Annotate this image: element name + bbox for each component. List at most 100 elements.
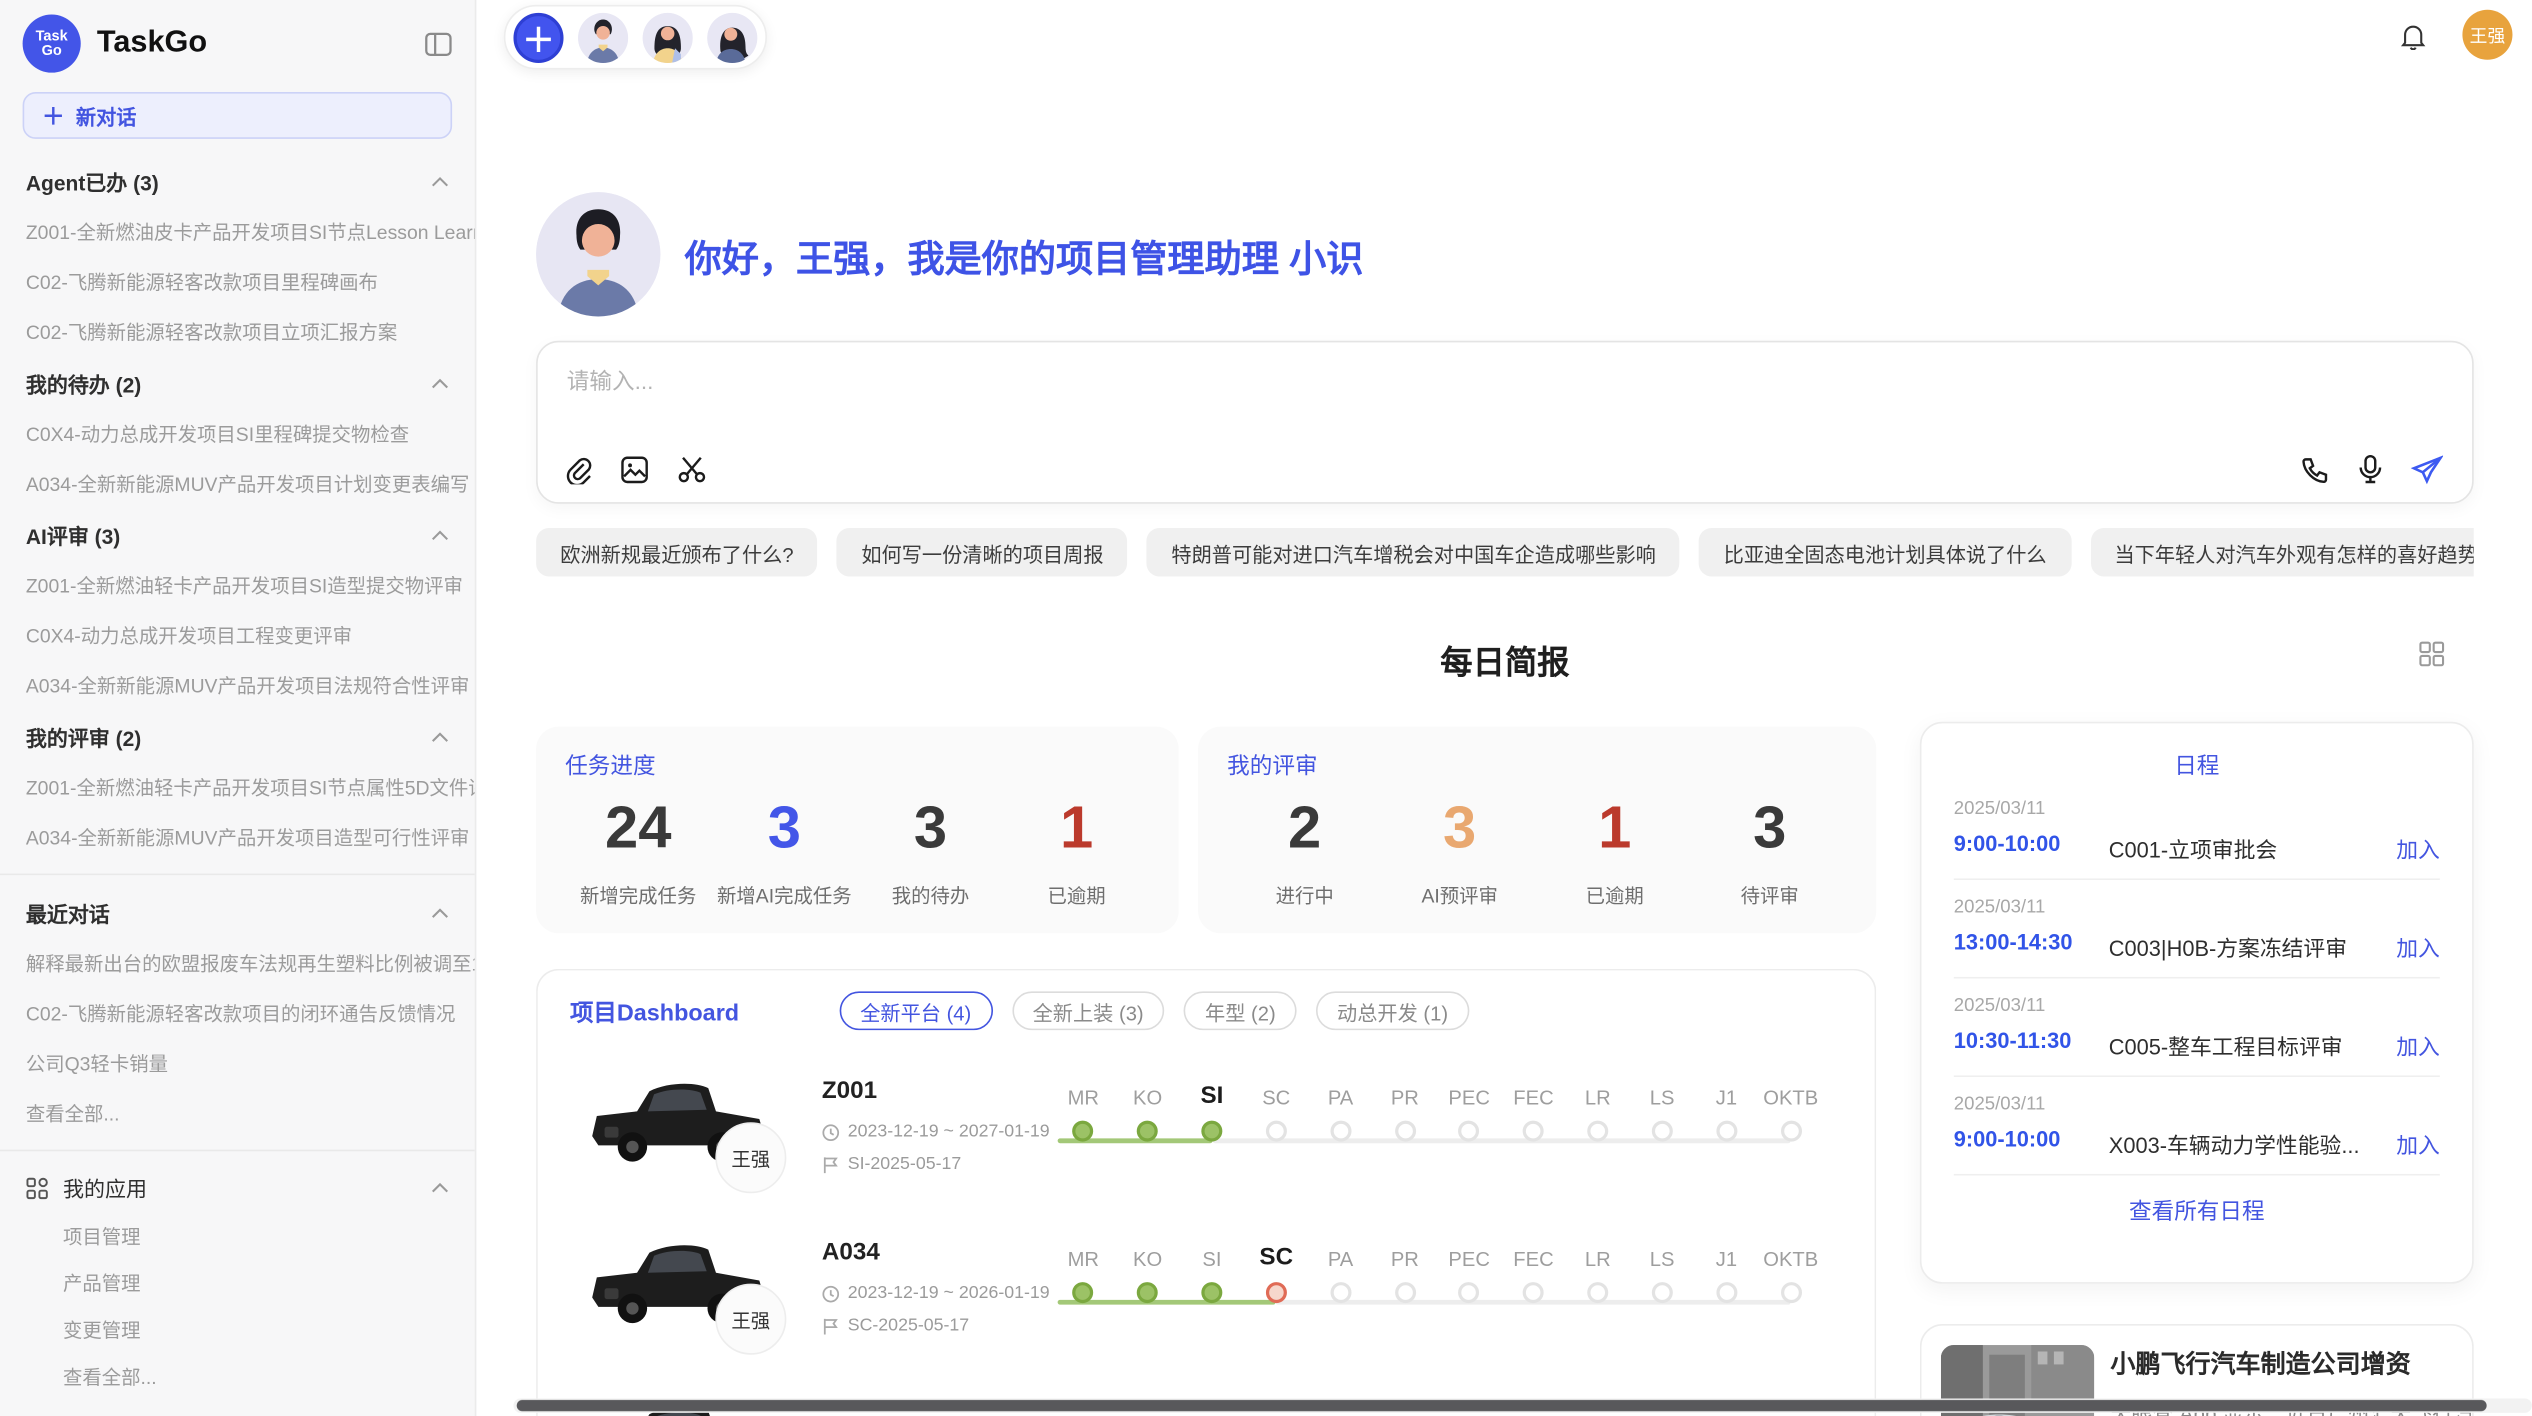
stat-pending: 3待评审 xyxy=(1692,791,1847,909)
sidebar-item[interactable]: A034-全新新能源MUV产品开发项目法规符合性评审 xyxy=(0,660,475,710)
join-link[interactable]: 加入 xyxy=(2396,930,2440,962)
milestone-dot xyxy=(1652,1282,1673,1303)
project-row[interactable]: 王强 Z001 2023-12-19 ~ 2027-01-19 SI-2025-… xyxy=(538,1064,1875,1225)
recent-chat-item[interactable]: 公司Q3轻卡销量 xyxy=(0,1038,475,1088)
image-icon[interactable] xyxy=(620,455,649,484)
section-header-agent-done[interactable]: Agent已办 (3) xyxy=(0,155,475,207)
app-item-project-mgmt[interactable]: 项目管理 xyxy=(0,1213,475,1260)
schedule-entry: 2025/03/11 9:00-10:00 C001-立项审批会 加入 xyxy=(1954,782,2440,880)
chat-input[interactable] xyxy=(564,362,2340,436)
sidebar-item[interactable]: Z001-全新燃油皮卡产品开发项目SI节点Lesson Learn报告 xyxy=(0,207,475,257)
recent-view-all[interactable]: 查看全部... xyxy=(0,1088,475,1138)
agent-avatar-1[interactable] xyxy=(578,12,628,62)
sidebar-item[interactable]: A034-全新新能源MUV产品开发项目造型可行性评审 xyxy=(0,812,475,862)
milestone: PR xyxy=(1373,1235,1437,1303)
user-avatar[interactable]: 王强 xyxy=(2462,10,2512,60)
scrollbar-thumb[interactable] xyxy=(517,1400,2487,1411)
milestone-label: MR xyxy=(1068,1074,1099,1110)
tab-powertrain[interactable]: 动总开发 (1) xyxy=(1316,991,1469,1030)
milestone: MR xyxy=(1051,1074,1115,1142)
recent-chat-item[interactable]: C02-飞腾新能源轻客改款项目的闭环通告反馈情况 xyxy=(0,988,475,1038)
suggestion-chip[interactable]: 如何写一份清晰的项目周报 xyxy=(837,528,1128,576)
section-header-ai-review[interactable]: AI评审 (3) xyxy=(0,509,475,561)
milestone: J1 xyxy=(1694,1235,1758,1303)
app-item-change-mgmt[interactable]: 变更管理 xyxy=(0,1306,475,1353)
milestone-dot xyxy=(1523,1282,1544,1303)
horizontal-scrollbar xyxy=(513,1398,2531,1413)
scissors-icon[interactable] xyxy=(677,455,708,484)
suggestion-chips: 欧洲新规最近颁布了什么? 如何写一份清晰的项目周报 特朗普可能对进口汽车增税会对… xyxy=(536,528,2474,576)
view-all-schedule-link[interactable]: 查看所有日程 xyxy=(1921,1176,2472,1228)
microphone-icon[interactable] xyxy=(2357,454,2383,485)
send-icon[interactable] xyxy=(2411,455,2443,484)
sidebar-item-cloud-space[interactable]: 我的云空间 xyxy=(0,1400,475,1416)
dashboard-header: 项目Dashboard 全新平台 (4) 全新上装 (3) 年型 (2) 动总开… xyxy=(538,970,1875,1044)
new-chat-label: 新对话 xyxy=(76,100,137,131)
join-link[interactable]: 加入 xyxy=(2396,1127,2440,1159)
milestone-label: PR xyxy=(1391,1235,1419,1271)
notification-bell-icon[interactable] xyxy=(2399,20,2426,49)
milestone-dot xyxy=(1330,1282,1351,1303)
milestone: LS xyxy=(1630,1074,1694,1142)
daily-briefing-header: 每日简报 xyxy=(536,636,2474,683)
flag-icon xyxy=(822,1317,840,1335)
sidebar-item[interactable]: C02-飞腾新能源轻客改款项目里程碑画布 xyxy=(0,257,475,307)
sidebar-item-my-apps[interactable]: 我的应用 xyxy=(0,1163,475,1213)
conversation-toolbar: ＋ xyxy=(504,5,767,70)
milestone-dot xyxy=(1459,1282,1480,1303)
milestone: KO xyxy=(1115,1235,1179,1303)
plus-icon: ＋ xyxy=(42,99,65,131)
milestone-label: PR xyxy=(1391,1074,1419,1110)
app-title: TaskGo xyxy=(97,26,425,62)
milestone: SI xyxy=(1180,1074,1244,1142)
tab-new-body[interactable]: 全新上装 (3) xyxy=(1012,991,1165,1030)
recent-chat-item[interactable]: 解释最新出台的欧盟报废车法规再生塑料比例被调至15%... xyxy=(0,938,475,988)
clock-icon xyxy=(822,1284,840,1302)
suggestion-chip[interactable]: 当下年轻人对汽车外观有怎样的喜好趋势 xyxy=(2090,528,2473,576)
milestone-label: LR xyxy=(1585,1074,1611,1110)
suggestion-chip[interactable]: 比亚迪全固态电池计划具体说了什么 xyxy=(1699,528,2070,576)
chevron-up-icon xyxy=(431,176,449,187)
app-item-product-mgmt[interactable]: 产品管理 xyxy=(0,1259,475,1306)
chevron-up-icon xyxy=(431,907,449,918)
milestone-dot xyxy=(1459,1121,1480,1142)
milestone-dot xyxy=(1073,1121,1094,1142)
app-item-view-all[interactable]: 查看全部... xyxy=(0,1353,475,1400)
tab-year-model[interactable]: 年型 (2) xyxy=(1184,991,1297,1030)
taskgo-app: Task Go TaskGo ＋ 新对话 Agent已办 (3) Z001-全新… xyxy=(0,0,2532,1416)
chevron-up-icon xyxy=(431,378,449,389)
suggestion-chip[interactable]: 特朗普可能对进口汽车增税会对中国车企造成哪些影响 xyxy=(1147,528,1680,576)
milestone-dot xyxy=(1201,1282,1222,1303)
section-header-recent[interactable]: 最近对话 xyxy=(0,886,475,938)
milestone: LR xyxy=(1566,1074,1630,1142)
collapse-sidebar-icon[interactable] xyxy=(425,31,452,55)
milestone-label: OKTB xyxy=(1763,1235,1818,1271)
sidebar-item[interactable]: C0X4-动力总成开发项目SI里程碑提交物检查 xyxy=(0,409,475,459)
milestone-label: PA xyxy=(1328,1074,1353,1110)
phone-call-icon[interactable] xyxy=(2301,455,2330,484)
agent-avatar-2[interactable] xyxy=(643,12,693,62)
agent-avatar-3[interactable] xyxy=(707,12,757,62)
milestone: PA xyxy=(1308,1235,1372,1303)
sidebar-item[interactable]: Z001-全新燃油轻卡产品开发项目SI造型提交物评审 xyxy=(0,560,475,610)
sidebar-item[interactable]: C02-飞腾新能源轻客改款项目立项汇报方案 xyxy=(0,307,475,357)
join-link[interactable]: 加入 xyxy=(2396,1029,2440,1061)
milestone-dot xyxy=(1137,1121,1158,1142)
sidebar-item[interactable]: A034-全新新能源MUV产品开发项目计划变更表编写 xyxy=(0,459,475,509)
project-row[interactable]: 王强 A034 2023-12-19 ~ 2026-01-19 SC-2025-… xyxy=(538,1226,1875,1387)
paperclip-icon[interactable] xyxy=(564,455,593,484)
section-header-my-review[interactable]: 我的评审 (2) xyxy=(0,710,475,762)
section-header-my-todo[interactable]: 我的待办 (2) xyxy=(0,357,475,409)
sidebar-item[interactable]: C0X4-动力总成开发项目工程变更评审 xyxy=(0,610,475,660)
suggestion-chip[interactable]: 欧洲新规最近颁布了什么? xyxy=(536,528,818,576)
add-conversation-button[interactable]: ＋ xyxy=(513,12,563,62)
sidebar-item[interactable]: Z001-全新燃油轻卡产品开发项目SI节点属性5D文件评审 xyxy=(0,762,475,812)
layout-grid-icon[interactable] xyxy=(2419,641,2445,667)
milestone: FEC xyxy=(1501,1235,1565,1303)
sidebar-section-recent: 最近对话 解释最新出台的欧盟报废车法规再生塑料比例被调至15%... C02-飞… xyxy=(0,886,475,1138)
new-chat-button[interactable]: ＋ 新对话 xyxy=(23,92,453,139)
join-link[interactable]: 加入 xyxy=(2396,832,2440,864)
milestone: FEC xyxy=(1501,1074,1565,1142)
chat-input-card xyxy=(536,341,2474,504)
tab-all-new-platform[interactable]: 全新平台 (4) xyxy=(839,991,992,1030)
